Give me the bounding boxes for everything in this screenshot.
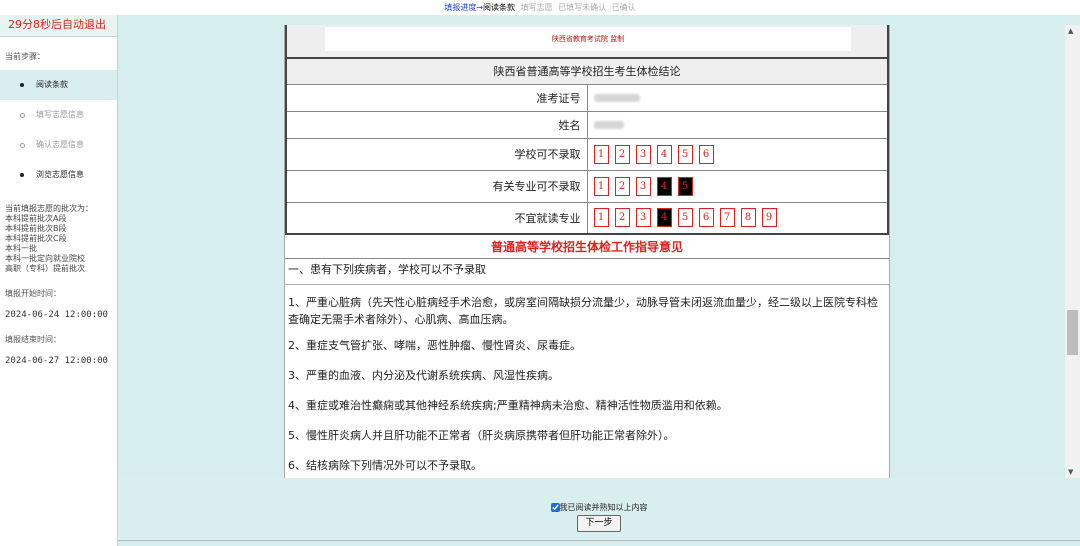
major-reject-codes: 12345 (586, 169, 889, 203)
code-box: 3 (635, 208, 651, 228)
batch-item: 本科提前批次C段 (5, 234, 67, 243)
batch-head: 当前填报志愿的批次为： (5, 204, 93, 213)
steps-list: 阅读条款 填写志愿信息 确认志愿信息 浏览志愿信息 (0, 70, 117, 190)
code-box: 6 (698, 144, 714, 164)
end-time-label: 填报结束时间： (5, 335, 61, 344)
step-confirm-choices[interactable]: 确认志愿信息 (0, 130, 117, 160)
batch-item: 本科一批 (5, 244, 37, 253)
sidebar: 29分8秒后自动退出 当前步骤： 阅读条款 填写志愿信息 确认志愿信息 浏览志愿… (0, 15, 118, 546)
row-label-exam-no: 准考证号 (285, 83, 588, 112)
progress-step: 已确认 (611, 3, 636, 12)
code-box: 4 (656, 144, 672, 164)
batch-item: 本科提前批次A段 (5, 214, 67, 223)
scrollbar-thumb[interactable] (1067, 310, 1078, 355)
code-box-selected: 5 (677, 176, 693, 196)
batch-item: 本科一批定向就业院校 (5, 254, 85, 263)
next-step-button[interactable]: 下一步 (577, 515, 621, 532)
batch-item: 本科提前批次B段 (5, 224, 67, 233)
bullet-icon (20, 173, 24, 177)
code-box: 7 (719, 208, 735, 228)
step-browse-choices[interactable]: 浏览志愿信息 (0, 160, 117, 190)
code-box: 1 (593, 144, 609, 164)
start-time-label: 填报开始时间： (5, 289, 61, 298)
code-box-selected: 4 (656, 208, 672, 228)
table-title: 陕西省普通高等学校招生考生体检结论 (285, 57, 889, 85)
circle-icon (20, 143, 25, 148)
batch-item: 高职（专科）提前批次 (5, 264, 85, 273)
row-label-unsuitable: 不宜就读专业 (285, 201, 588, 235)
agree-label: 我已阅读并熟知以上内容 (559, 503, 648, 512)
code-box: 3 (635, 144, 651, 164)
bullet-icon (20, 83, 24, 87)
agree-checkbox[interactable] (550, 503, 560, 512)
exam-no-value (586, 83, 889, 112)
school-reject-codes: 123456 (586, 137, 889, 171)
countdown-timer: 29分8秒后自动退出 (0, 15, 117, 37)
guide-paragraph: 4、重症或难治性癫痫或其他神经系统疾病;严重精神病未治愈、精神活性物质滥用和依赖… (288, 399, 728, 412)
redacted-value (593, 94, 640, 102)
row-label-name: 姓名 (285, 110, 588, 139)
guide-paragraph: 2、重症支气管扩张、哮喘，恶性肿瘤、慢性肾炎、尿毒症。 (288, 339, 581, 352)
row-label-school-reject: 学校可不录取 (285, 137, 588, 171)
step-fill-choices[interactable]: 填写志愿信息 (0, 100, 117, 130)
stamp-text: 陕西省教育考试院 监制 (325, 27, 851, 51)
batch-list: 当前填报志愿的批次为： 本科提前批次A段 本科提前批次B段 本科提前批次C段 本… (0, 190, 117, 274)
redacted-value (593, 121, 624, 129)
scrollbar[interactable]: ▲ ▼ (1065, 25, 1080, 478)
steps-label: 当前步骤： (5, 52, 45, 61)
progress-current-step: 阅读条款 (483, 3, 516, 12)
progress-step: 填写志愿 (520, 3, 553, 12)
bottom-divider (118, 540, 1080, 541)
circle-icon (20, 113, 25, 118)
guide-paragraph: 6、结核病除下列情况外可以不予录取。 (288, 459, 482, 472)
progress-step: 已填写未确认 (558, 3, 607, 12)
guide-paragraph: 5、慢性肝炎病人并且肝功能不正常者（肝炎病原携带者但肝功能正常者除外）。 (288, 429, 675, 442)
guide-paragraph: 一、患有下列疾病者，学校可以不予录取 (285, 259, 889, 285)
code-box: 5 (677, 144, 693, 164)
code-box: 6 (698, 208, 714, 228)
code-box: 2 (614, 176, 630, 196)
code-box-selected: 4 (656, 176, 672, 196)
guide-paragraph: 3、严重的血液、内分泌及代谢系统疾病、风湿性疾病。 (288, 369, 559, 382)
code-box: 2 (614, 208, 630, 228)
name-value (586, 110, 889, 139)
end-time-value: 2024-06-27 12:00:00 (5, 356, 108, 366)
guide-paragraph: 1、严重心脏病（先天性心脏病经手术治愈，或房室间隔缺损分流量少，动脉导管未闭返流… (288, 296, 878, 326)
code-box: 1 (593, 176, 609, 196)
step-read-terms[interactable]: 阅读条款 (0, 70, 117, 100)
progress-lead: 填报进度→ (444, 3, 484, 12)
code-box: 9 (761, 208, 777, 228)
row-label-major-reject: 有关专业可不录取 (285, 169, 588, 203)
code-box: 1 (593, 208, 609, 228)
unsuitable-codes: 123456789 (586, 201, 889, 235)
exam-result-table: 陕西省普通高等学校招生考生体检结论 准考证号 姓名 学校可不录取 123456 … (285, 57, 889, 235)
code-box: 3 (635, 176, 651, 196)
code-box: 2 (614, 144, 630, 164)
agree-row: 我已阅读并熟知以上内容 (118, 502, 1080, 513)
start-time-value: 2024-06-24 12:00:00 (5, 310, 108, 320)
progress-bar: 填报进度→阅读条款 填写志愿 已填写未确认 已确认 (0, 0, 1080, 15)
code-box: 8 (740, 208, 756, 228)
document-viewer: 陕西省教育考试院 监制 陕西省普通高等学校招生考生体检结论 准考证号 姓名 学校… (284, 25, 890, 478)
code-box: 5 (677, 208, 693, 228)
header-strip: 陕西省教育考试院 监制 (285, 25, 889, 57)
scroll-up-arrow-icon[interactable]: ▲ (1068, 27, 1073, 35)
scroll-down-arrow-icon[interactable]: ▼ (1068, 468, 1073, 476)
guide-title: 普通高等学校招生体检工作指导意见 (285, 235, 889, 259)
